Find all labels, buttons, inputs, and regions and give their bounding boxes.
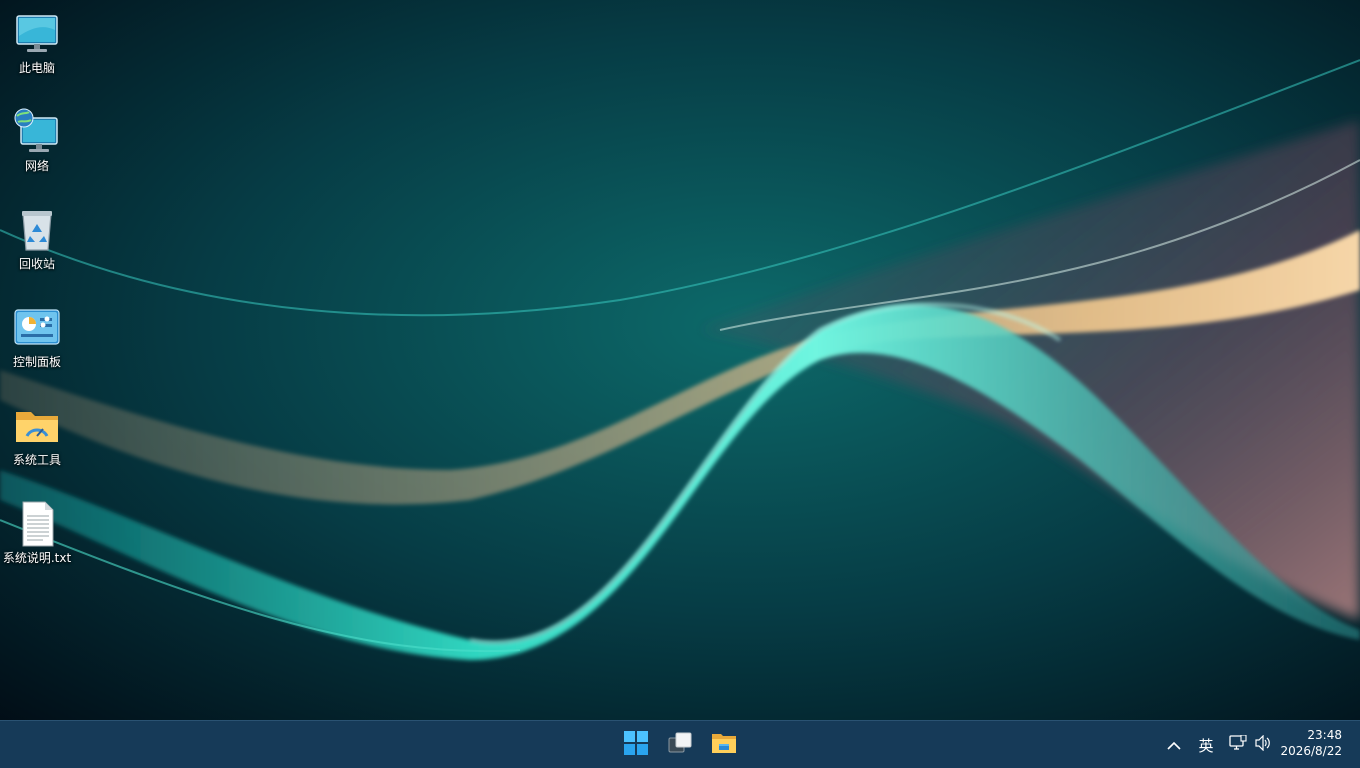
show-hidden-icons-button[interactable] xyxy=(1164,731,1184,759)
desktop-icon-recycle-bin[interactable]: 回收站 xyxy=(0,200,74,290)
control-panel-icon xyxy=(13,304,61,352)
ime-indicator[interactable]: 英 xyxy=(1194,731,1218,759)
taskbar-clock[interactable]: 23:48 2026/8/22 xyxy=(1272,727,1342,759)
desktop-icon-label: 网络 xyxy=(24,159,49,173)
desktop-icon-system-tools[interactable]: 系统工具 xyxy=(0,396,74,486)
network-status-icon xyxy=(1229,734,1247,755)
chevron-up-icon xyxy=(1167,736,1181,755)
file-explorer-icon xyxy=(711,731,737,759)
network-icon xyxy=(13,108,61,156)
start-button[interactable] xyxy=(616,725,656,765)
desktop-icon-this-pc[interactable]: 此电脑 xyxy=(0,4,74,94)
desktop-wallpaper xyxy=(0,0,1360,720)
task-view-button[interactable] xyxy=(660,725,700,765)
desktop-icon-label: 控制面板 xyxy=(12,355,61,369)
desktop-icon-label: 系统说明.txt xyxy=(2,551,72,565)
task-view-icon xyxy=(668,731,692,759)
network-status-button[interactable] xyxy=(1226,731,1250,759)
clock-date: 2026/8/22 xyxy=(1280,744,1342,758)
desktop-icon-label: 系统工具 xyxy=(12,453,61,467)
desktop-icon-network[interactable]: 网络 xyxy=(0,102,74,192)
windows-start-icon xyxy=(624,731,648,759)
desktop-icon-readme-txt[interactable]: 系统说明.txt xyxy=(0,494,74,584)
computer-icon xyxy=(13,10,61,58)
recycle-bin-icon xyxy=(13,206,61,254)
taskbar: 英 23:48 2026/8/22 xyxy=(0,720,1360,768)
desktop-icon-control-panel[interactable]: 控制面板 xyxy=(0,298,74,388)
folder-icon xyxy=(13,402,61,450)
volume-icon xyxy=(1255,734,1273,755)
desktop-icon-label: 此电脑 xyxy=(18,61,55,75)
text-file-icon xyxy=(13,500,61,548)
clock-time: 23:48 xyxy=(1307,728,1342,742)
file-explorer-button[interactable] xyxy=(704,725,744,765)
desktop-icon-label: 回收站 xyxy=(18,257,55,271)
